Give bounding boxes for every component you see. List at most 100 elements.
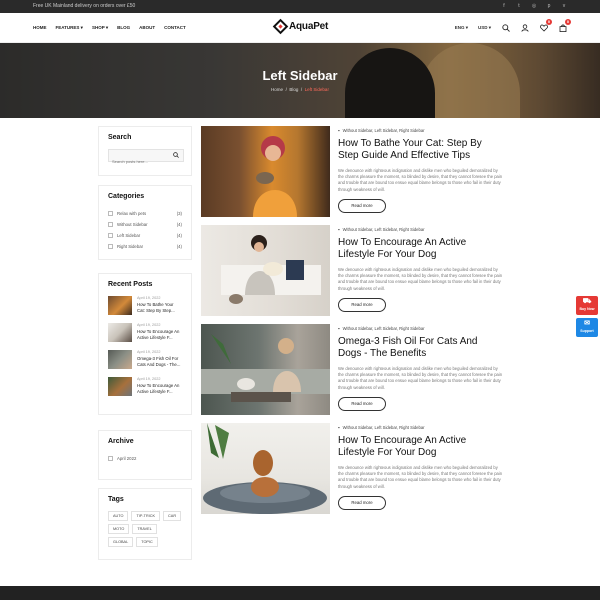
post-categories[interactable]: Without Sidebar, Left Sidebar, Right Sid… [343, 227, 425, 232]
nav-features[interactable]: FEATURES ▾ [56, 25, 83, 31]
tag[interactable]: TRAVEL [132, 524, 157, 534]
category-count: (4) [176, 233, 182, 238]
category-item[interactable]: Right Sidebar (4) [108, 241, 182, 252]
nav-shop[interactable]: SHOP ▾ [92, 25, 108, 31]
recent-post-item[interactable]: April 19, 2022 Omega-3 Fish Oil For Cats … [108, 350, 182, 377]
post-title[interactable]: How To Encourage An Active Lifestyle For… [338, 237, 503, 261]
logo-mark-icon [272, 18, 289, 35]
blog-post: ▪ Without Sidebar, Left Sidebar, Right Si… [201, 126, 503, 218]
tag[interactable]: TOPIC [136, 537, 158, 547]
read-more-button[interactable]: Read more [338, 199, 386, 213]
user-icon[interactable] [520, 23, 529, 32]
search-input[interactable] [109, 156, 173, 167]
language-select[interactable]: ENG ▾ [455, 25, 468, 31]
post-image[interactable] [201, 126, 330, 217]
vimeo-icon[interactable]: v [560, 2, 568, 10]
breadcrumb-blog[interactable]: Blog [289, 87, 298, 92]
recent-post-title[interactable]: How To Encourage An Active Lifestyle F..… [137, 329, 182, 341]
post-categories[interactable]: Without Sidebar, Left Sidebar, Right Sid… [343, 326, 425, 331]
archive-widget: Archive April 2022 [98, 430, 192, 480]
recent-post-item[interactable]: April 19, 2022 How To Bathe Your Cat: Ste… [108, 296, 182, 323]
recent-post-thumbnail[interactable] [108, 296, 132, 315]
post-image[interactable] [201, 324, 330, 415]
folder-icon: ▪ [338, 227, 340, 232]
checkbox[interactable] [108, 244, 113, 249]
cart-icon[interactable]: 0 [558, 19, 571, 32]
tags-widget-title: Tags [108, 496, 124, 503]
search-widget: Search [98, 126, 192, 176]
tag[interactable]: GLOBAL [108, 537, 134, 547]
tag[interactable]: TIP-TRICK [131, 511, 161, 521]
tag[interactable]: CAR [163, 511, 182, 521]
categories-widget: Categories Relax with pets (3) Without S… [98, 185, 192, 260]
post-categories[interactable]: Without Sidebar, Left Sidebar, Right Sid… [343, 128, 425, 133]
archive-item[interactable]: April 2022 [108, 453, 182, 464]
recent-post-thumbnail[interactable] [108, 350, 132, 369]
search-submit-icon[interactable] [173, 152, 179, 160]
page-title: Left Sidebar [262, 68, 338, 83]
recent-post-date: April 19, 2022 [137, 377, 161, 381]
post-title[interactable]: How To Bathe Your Cat: Step By Step Guid… [338, 138, 503, 162]
nav-shop-label: SHOP [91, 25, 105, 30]
buy-now-button[interactable]: ⛟ Buy Now [576, 296, 598, 315]
recent-post-title[interactable]: Omega-3 Fish Oil For Cats And Dogs - The… [137, 356, 182, 368]
instagram-icon[interactable]: ◎ [530, 2, 538, 10]
recent-post-item[interactable]: April 19, 2022 How To Encourage An Active… [108, 323, 182, 350]
breadcrumb-separator: / [300, 87, 303, 92]
archive-label: April 2022 [117, 456, 137, 461]
breadcrumb: Home / Blog / Left Sidebar [0, 87, 600, 92]
site-logo[interactable]: AquaPet [272, 18, 328, 35]
category-item[interactable]: Relax with pets (3) [108, 208, 182, 219]
post-image[interactable] [201, 225, 330, 316]
post-title[interactable]: How To Encourage An Active Lifestyle For… [338, 435, 503, 459]
search-icon[interactable] [501, 23, 510, 32]
site-footer [0, 586, 600, 600]
breadcrumb-current: Left Sidebar [304, 87, 329, 92]
recent-posts-widget: Recent Posts April 19, 2022 How To Bathe … [98, 273, 192, 415]
recent-post-date: April 19, 2022 [137, 296, 161, 300]
tag[interactable]: AUTO [108, 511, 129, 521]
cart-count-badge: 0 [565, 19, 571, 25]
archive-widget-title: Archive [108, 438, 134, 445]
nav-features-label: FEATURES [55, 25, 80, 30]
page-hero: Left Sidebar Home / Blog / Left Sidebar [0, 43, 600, 118]
header-tools: ENG ▾ USD ▾ 0 0 [455, 19, 571, 32]
nav-about[interactable]: ABOUT [139, 25, 155, 31]
read-more-button[interactable]: Read more [338, 298, 386, 312]
checkbox[interactable] [108, 222, 113, 227]
category-item[interactable]: Without Sidebar (4) [108, 219, 182, 230]
nav-blog[interactable]: BLOG [117, 25, 130, 31]
nav-contact[interactable]: CONTACT [164, 25, 186, 31]
currency-select[interactable]: USD ▾ [478, 25, 491, 31]
recent-post-thumbnail[interactable] [108, 377, 132, 396]
post-meta: ▪ Without Sidebar, Left Sidebar, Right Si… [338, 425, 425, 430]
checkbox[interactable] [108, 233, 113, 238]
nav-home[interactable]: HOME [33, 25, 47, 31]
recent-post-title[interactable]: How To Encourage An Active Lifestyle F..… [137, 383, 182, 395]
post-meta: ▪ Without Sidebar, Left Sidebar, Right Si… [338, 326, 425, 331]
post-categories[interactable]: Without Sidebar, Left Sidebar, Right Sid… [343, 425, 425, 430]
recent-post-thumbnail[interactable] [108, 323, 132, 342]
checkbox[interactable] [108, 211, 113, 216]
read-more-button[interactable]: Read more [338, 496, 386, 510]
post-image[interactable] [201, 423, 330, 514]
read-more-button[interactable]: Read more [338, 397, 386, 411]
tag[interactable]: MOTO [108, 524, 130, 534]
social-links: f t ◎ p v [500, 2, 568, 10]
recent-post-item[interactable]: April 19, 2022 How To Encourage An Active… [108, 377, 182, 404]
recent-post-title[interactable]: How To Bathe Your Cat: Step By Step... [137, 302, 182, 314]
support-label: Support [580, 329, 594, 333]
categories-widget-title: Categories [108, 193, 145, 200]
site-header: HOME FEATURES ▾ SHOP ▾ BLOG ABOUT CONTAC… [0, 13, 600, 43]
post-meta: ▪ Without Sidebar, Left Sidebar, Right Si… [338, 227, 425, 232]
breadcrumb-home[interactable]: Home [271, 87, 283, 92]
facebook-icon[interactable]: f [500, 2, 508, 10]
checkbox[interactable] [108, 456, 113, 461]
post-title[interactable]: Omega-3 Fish Oil For Cats And Dogs - The… [338, 336, 503, 360]
wishlist-heart-icon[interactable]: 0 [539, 19, 552, 32]
twitter-icon[interactable]: t [515, 2, 523, 10]
support-button[interactable]: ✉ Support [576, 318, 598, 337]
pinterest-icon[interactable]: p [545, 2, 553, 10]
category-item[interactable]: Left Sidebar (4) [108, 230, 182, 241]
folder-icon: ▪ [338, 128, 340, 133]
